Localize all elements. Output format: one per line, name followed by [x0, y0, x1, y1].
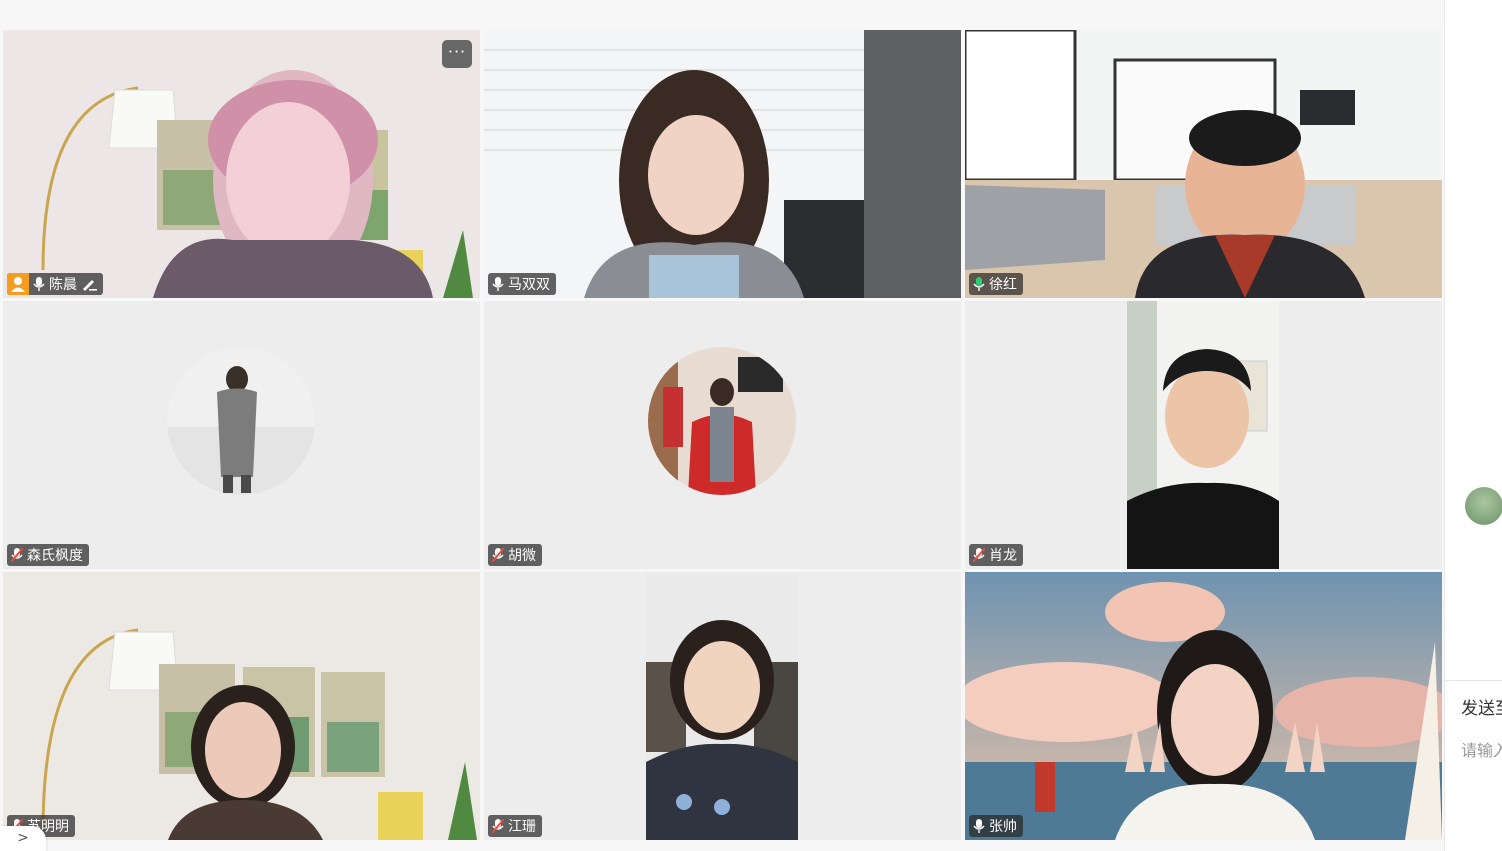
send-to-selector[interactable]: 发送至	[1461, 694, 1502, 719]
chat-input[interactable]: 请输入	[1461, 737, 1502, 761]
name-tag: 江珊	[488, 815, 542, 837]
video-tile-8[interactable]: 江珊	[484, 572, 961, 840]
video-feed	[484, 30, 961, 298]
participant-name: 江珊	[508, 819, 536, 835]
video-tile-3[interactable]: 徐红	[965, 30, 1442, 298]
name-tag: 马双双	[488, 273, 556, 295]
mic-muted-icon	[972, 547, 986, 563]
participant-name: 胡微	[508, 548, 536, 564]
microphone-icon	[973, 819, 985, 833]
expand-toggle-button[interactable]: >	[0, 826, 46, 851]
name-tag: 胡微	[488, 544, 542, 566]
video-tile-7[interactable]: 苏明明	[3, 572, 480, 840]
mic-muted-icon	[491, 818, 505, 834]
video-tile-9[interactable]: 张帅	[965, 572, 1442, 840]
microphone-icon	[492, 277, 504, 291]
avatar[interactable]	[1465, 487, 1502, 525]
host-icon	[7, 273, 29, 295]
video-grid: ··· 陈晨 马双双 徐红 森氏枫度 胡微 肖龙 苏明明 江珊 张帅	[0, 0, 1444, 851]
divider	[1445, 680, 1502, 681]
participant-name: 肖龙	[989, 548, 1017, 564]
participant-name: 张帅	[989, 819, 1017, 835]
pencil-icon	[81, 277, 97, 291]
video-feed	[3, 572, 480, 840]
participant-name: 陈晨	[49, 277, 77, 293]
name-tag: 徐红	[969, 273, 1023, 295]
video-feed	[965, 301, 1442, 569]
name-tag: 肖龙	[969, 544, 1023, 566]
participant-name: 马双双	[508, 277, 550, 293]
video-feed	[965, 572, 1442, 840]
avatar	[648, 347, 796, 495]
name-tag: 森氏枫度	[7, 544, 89, 566]
participant-name: 徐红	[989, 277, 1017, 293]
microphone-icon	[973, 277, 985, 291]
chat-side-panel: 发送至 请输入	[1444, 0, 1502, 851]
video-feed	[3, 30, 480, 298]
avatar	[167, 347, 315, 495]
more-options-button[interactable]: ···	[442, 40, 472, 68]
video-tile-4[interactable]: 森氏枫度	[3, 301, 480, 569]
video-tile-2[interactable]: 马双双	[484, 30, 961, 298]
video-feed	[965, 30, 1442, 298]
mic-muted-icon	[491, 547, 505, 563]
video-tile-6[interactable]: 肖龙	[965, 301, 1442, 569]
name-tag: 陈晨	[7, 273, 103, 295]
video-feed	[484, 572, 961, 840]
participant-name: 森氏枫度	[27, 548, 83, 564]
video-tile-1[interactable]: ··· 陈晨	[3, 30, 480, 298]
video-tile-5[interactable]: 胡微	[484, 301, 961, 569]
mic-muted-icon	[10, 547, 24, 563]
name-tag: 张帅	[969, 815, 1023, 837]
microphone-icon	[33, 277, 45, 291]
